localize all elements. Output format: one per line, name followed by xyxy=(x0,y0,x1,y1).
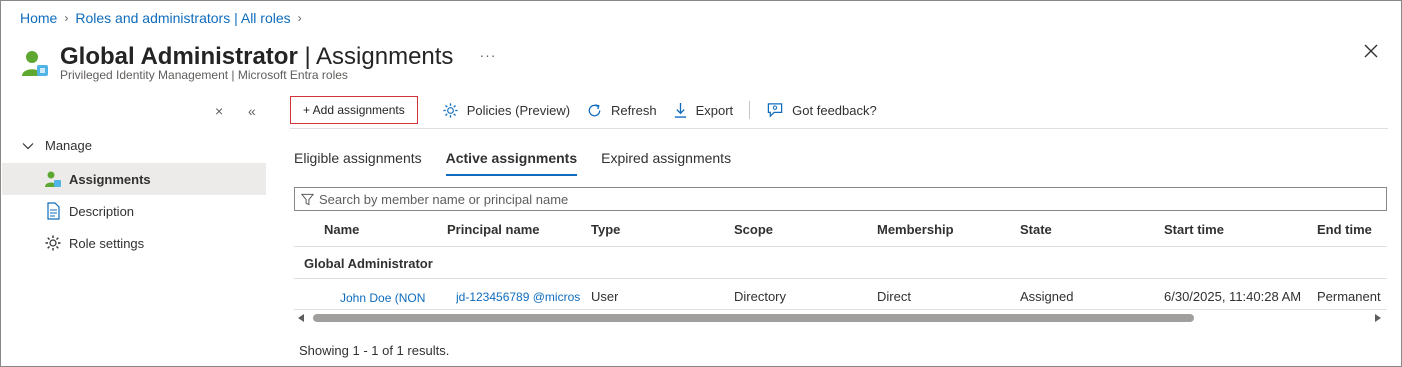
results-count: Showing 1 - 1 of 1 results. xyxy=(299,343,450,358)
cell-scope: Directory xyxy=(734,289,787,304)
toolbar-divider-line xyxy=(290,128,1388,129)
principal-name-link[interactable]: jd-123456789 @micros xyxy=(456,290,581,304)
sidebar-item-role-settings[interactable]: Role settings xyxy=(2,227,266,259)
sidebar-item-description[interactable]: Description xyxy=(2,195,266,227)
feedback-icon xyxy=(767,102,783,118)
refresh-button[interactable]: Refresh xyxy=(586,102,657,119)
cell-type: User xyxy=(591,289,619,304)
horizontal-scrollbar[interactable] xyxy=(294,312,1387,324)
column-header-scope[interactable]: Scope xyxy=(734,222,773,237)
filter-icon xyxy=(301,193,314,205)
more-options-button[interactable]: ··· xyxy=(479,47,496,63)
scroll-left-icon[interactable] xyxy=(298,314,304,322)
search-input[interactable] xyxy=(319,191,919,207)
toolbar-divider xyxy=(749,101,751,119)
user-role-icon xyxy=(20,48,50,78)
column-header-state[interactable]: State xyxy=(1020,222,1052,237)
command-bar: + Add assignments Policies (Preview) Ref… xyxy=(290,96,877,124)
column-header-name[interactable]: Name xyxy=(324,222,359,237)
refresh-label: Refresh xyxy=(611,102,657,118)
close-sidebar-icon[interactable]: × xyxy=(215,103,223,119)
column-header-type[interactable]: Type xyxy=(591,222,620,237)
sidebar-item-label: Role settings xyxy=(69,235,145,251)
gear-icon xyxy=(44,234,62,252)
export-button[interactable]: Export xyxy=(673,102,734,119)
page-title: Global Administrator | Assignments xyxy=(60,43,454,70)
user-role-icon xyxy=(44,170,62,188)
table-group-header: Global Administrator xyxy=(304,256,433,271)
tab-expired-assignments[interactable]: Expired assignments xyxy=(601,150,731,174)
column-header-principal-name[interactable]: Principal name xyxy=(447,222,539,237)
close-icon[interactable] xyxy=(1362,42,1380,60)
cell-membership: Direct xyxy=(877,289,911,304)
export-label: Export xyxy=(695,102,734,118)
chevron-right-icon: › xyxy=(64,11,69,25)
page-subtitle: Privileged Identity Management | Microso… xyxy=(60,68,348,82)
cell-start-time: 6/30/2025, 11:40:28 AM xyxy=(1164,289,1302,304)
policies-button[interactable]: Policies (Preview) xyxy=(442,102,570,119)
scrollbar-thumb[interactable] xyxy=(313,314,1194,322)
member-name-link[interactable]: John Doe (NON xyxy=(340,291,432,305)
row-divider xyxy=(294,278,1387,279)
sidebar-item-assignments[interactable]: Assignments xyxy=(2,163,266,195)
breadcrumb-home[interactable]: Home xyxy=(20,10,57,26)
policies-label: Policies (Preview) xyxy=(466,102,571,118)
feedback-label: Got feedback? xyxy=(792,102,877,118)
breadcrumb-roles[interactable]: Roles and administrators | All roles xyxy=(75,10,290,26)
gear-icon xyxy=(443,102,458,118)
feedback-button[interactable]: Got feedback? xyxy=(766,102,877,119)
chevron-right-icon: › xyxy=(297,11,302,25)
assignment-tabs: Eligible assignments Active assignments … xyxy=(294,150,755,176)
refresh-icon xyxy=(588,103,601,116)
search-box xyxy=(294,187,1387,211)
column-header-start-time[interactable]: Start time xyxy=(1164,222,1224,237)
scroll-right-icon[interactable] xyxy=(1375,314,1381,322)
tab-eligible-assignments[interactable]: Eligible assignments xyxy=(294,150,422,174)
sidebar-item-label: Description xyxy=(69,203,135,219)
column-header-end-time[interactable]: End time xyxy=(1317,222,1372,237)
chevron-down-icon xyxy=(22,142,34,149)
breadcrumb: Home › Roles and administrators | All ro… xyxy=(20,10,309,26)
cell-end-time: Permanent xyxy=(1317,289,1381,304)
sidebar-group-manage[interactable]: Manage xyxy=(22,138,92,153)
row-divider xyxy=(294,246,1387,247)
download-icon xyxy=(674,102,686,118)
add-assignments-button[interactable]: + Add assignments xyxy=(290,96,418,124)
cell-state: Assigned xyxy=(1020,289,1074,304)
document-icon xyxy=(44,202,62,220)
row-divider xyxy=(294,309,1387,310)
sidebar-item-label: Assignments xyxy=(69,171,151,187)
tab-active-assignments[interactable]: Active assignments xyxy=(445,150,577,176)
sidebar-group-label: Manage xyxy=(45,138,92,153)
column-header-membership[interactable]: Membership xyxy=(877,222,954,237)
collapse-sidebar-icon[interactable]: « xyxy=(248,103,256,119)
